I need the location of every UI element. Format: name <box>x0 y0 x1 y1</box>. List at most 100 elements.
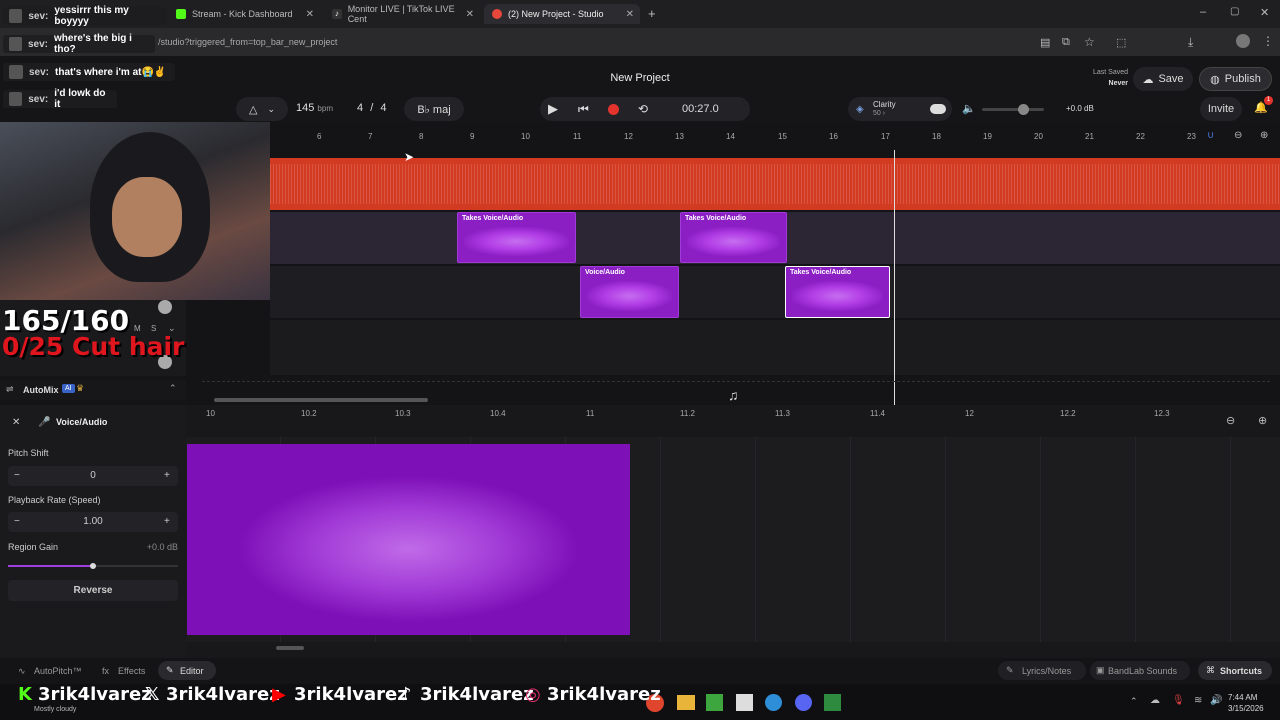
tab-tiktok-live[interactable]: ♪ Monitor LIVE | TikTok LIVE Cent ✕ <box>324 4 480 24</box>
key-button[interactable]: B♭ maj <box>404 97 464 121</box>
pan-knob[interactable] <box>158 300 172 314</box>
close-window-icon[interactable]: ✕ <box>1260 6 1269 19</box>
folder-icon[interactable] <box>677 695 695 710</box>
timeline-ruler[interactable]: 6 7 8 9 10 11 12 13 14 15 16 17 18 19 20… <box>270 128 1280 145</box>
volume-slider[interactable] <box>982 104 1044 115</box>
region-gain-label: Region Gain <box>8 542 59 552</box>
audio-clip[interactable]: Takes Voice/Audio <box>457 212 576 263</box>
wifi-icon[interactable]: ≋ <box>1194 695 1202 706</box>
crown-icon: ♛ <box>76 383 85 393</box>
audio-clip-selected[interactable]: Takes Voice/Audio <box>785 266 890 318</box>
clock-time[interactable]: 7:44 AM <box>1228 693 1257 702</box>
zoom-in-icon[interactable]: ⊕ <box>1258 414 1267 427</box>
close-icon[interactable]: ✕ <box>466 9 474 20</box>
avatar <box>9 37 22 51</box>
shortcuts-button[interactable]: ⌘ Shortcuts <box>1198 661 1272 680</box>
download-icon[interactable]: ⤓ <box>1188 35 1193 50</box>
clarity-control[interactable]: ◈ Clarity 50 › <box>848 97 952 121</box>
minimize-icon[interactable]: – <box>1200 6 1206 18</box>
chevron-up-icon[interactable]: ⌃ <box>169 383 177 394</box>
add-music-icon[interactable]: ♫ <box>728 387 739 403</box>
speaker-icon[interactable]: 🔈 <box>962 102 976 115</box>
maximize-icon[interactable]: ▢ <box>1230 6 1239 17</box>
save-button[interactable]: ☁ Save <box>1133 67 1193 91</box>
slider-thumb[interactable] <box>90 563 96 569</box>
metronome-button[interactable]: △ ⌄ <box>236 97 288 121</box>
bandlab-sounds-button[interactable]: ▣ BandLab Sounds <box>1090 661 1190 680</box>
profile-avatar[interactable] <box>1236 34 1250 48</box>
editor-label: Editor <box>180 666 204 676</box>
automix-bar[interactable]: ⇌ AutoMix AI ♛ ⌃ <box>0 380 186 400</box>
track-lane-3[interactable] <box>270 266 1280 318</box>
editor-waveform-region[interactable] <box>187 444 630 635</box>
minecraft-icon[interactable] <box>706 694 723 711</box>
publish-button[interactable]: ◍ Publish <box>1199 67 1272 91</box>
clock-date[interactable]: 3/15/2026 <box>1228 704 1264 713</box>
tab-kick-dashboard[interactable]: Stream - Kick Dashboard ✕ <box>168 4 320 24</box>
store-icon[interactable] <box>736 694 753 711</box>
invite-button[interactable]: Invite <box>1200 97 1242 121</box>
zoom-out-icon[interactable]: ⊖ <box>1226 414 1235 427</box>
ruler-tick: 10.3 <box>395 409 411 418</box>
extensions-icon[interactable]: ⬚ <box>1116 36 1126 49</box>
new-tab-icon[interactable]: + <box>648 6 656 21</box>
playback-rate-stepper[interactable]: − 1.00 + <box>8 512 178 532</box>
edge-icon[interactable] <box>765 694 782 711</box>
time-signature[interactable]: 4 / 4 <box>357 102 386 114</box>
autopitch-button[interactable]: AutoPitch™ <box>34 666 82 676</box>
reverse-button[interactable]: Reverse <box>8 580 178 601</box>
bpm-field[interactable]: 145 bpm <box>296 102 333 114</box>
track-lane-4[interactable] <box>270 320 1280 375</box>
plus-icon[interactable]: + <box>164 516 170 527</box>
editor-scrollbar[interactable] <box>276 646 304 650</box>
region-gain-slider[interactable] <box>8 563 178 569</box>
ruler-tick: 16 <box>829 132 838 141</box>
notification-badge: 1 <box>1264 96 1273 105</box>
zoom-in-icon[interactable]: ⊕ <box>1260 130 1268 141</box>
close-icon[interactable]: ✕ <box>306 9 314 20</box>
reader-icon[interactable]: ▤ <box>1040 36 1050 49</box>
playhead[interactable] <box>894 150 895 405</box>
url-text[interactable]: /studio?triggered_from=top_bar_new_proje… <box>158 37 337 47</box>
ruler-tick: 10.4 <box>490 409 506 418</box>
editor-ruler[interactable]: 10 10.2 10.3 10.4 11 11.2 11.3 11.4 12 1… <box>186 405 1280 431</box>
discord-icon[interactable] <box>795 694 812 711</box>
menu-icon[interactable]: ⋮ <box>1262 34 1274 48</box>
app-icon[interactable] <box>824 694 841 711</box>
pitch-shift-stepper[interactable]: − 0 + <box>8 466 178 486</box>
effects-button[interactable]: Effects <box>118 666 145 676</box>
chat-message: sev: where's the big i tho? <box>3 33 155 55</box>
clip-waveform <box>792 281 883 311</box>
chat-message: sev: that's where i'm at😭✌ <box>3 63 175 81</box>
tab-new-project[interactable]: (2) New Project - Studio ✕ <box>484 4 640 24</box>
clarity-toggle[interactable] <box>930 104 946 114</box>
ruler-tick: 11 <box>573 132 582 141</box>
lyrics-notes-button[interactable]: ✎ Lyrics/Notes <box>998 661 1086 680</box>
close-icon[interactable]: ✕ <box>626 9 634 20</box>
ruler-tick: 12.3 <box>1154 409 1170 418</box>
close-icon[interactable]: ✕ <box>12 417 20 428</box>
mic-icon[interactable]: 🎙 <box>1172 695 1185 706</box>
rewind-icon[interactable]: ⏮ <box>578 102 589 117</box>
ruler-tick: 10 <box>206 409 215 418</box>
tray-chevron-icon[interactable]: ⌃ <box>1130 696 1138 707</box>
bookmark-icon[interactable]: ☆ <box>1084 35 1095 49</box>
audio-clip[interactable]: Takes Voice/Audio <box>680 212 787 263</box>
zoom-out-icon[interactable]: ⊖ <box>1234 130 1242 141</box>
record-icon[interactable] <box>608 103 619 115</box>
magnet-icon[interactable]: ∪ <box>1207 130 1214 141</box>
editor-tab[interactable]: ✎ Editor <box>158 661 216 680</box>
volume-thumb[interactable] <box>1018 104 1029 115</box>
track-lane-audio-red[interactable] <box>270 158 1280 210</box>
audio-clip[interactable]: Voice/Audio <box>580 266 679 318</box>
ruler-tick: 19 <box>983 132 992 141</box>
plus-icon[interactable]: + <box>164 470 170 481</box>
install-icon[interactable]: ⧉ <box>1062 36 1070 49</box>
fx-icon: fx <box>102 666 110 676</box>
horizontal-scrollbar[interactable] <box>214 398 428 402</box>
volume-icon[interactable]: 🔊 <box>1210 695 1222 706</box>
cloud-icon[interactable]: ☁ <box>1150 695 1160 706</box>
project-title[interactable]: New Project <box>570 72 710 84</box>
play-icon[interactable]: ▶ <box>548 101 558 117</box>
loop-icon[interactable]: ⟲ <box>638 102 648 116</box>
